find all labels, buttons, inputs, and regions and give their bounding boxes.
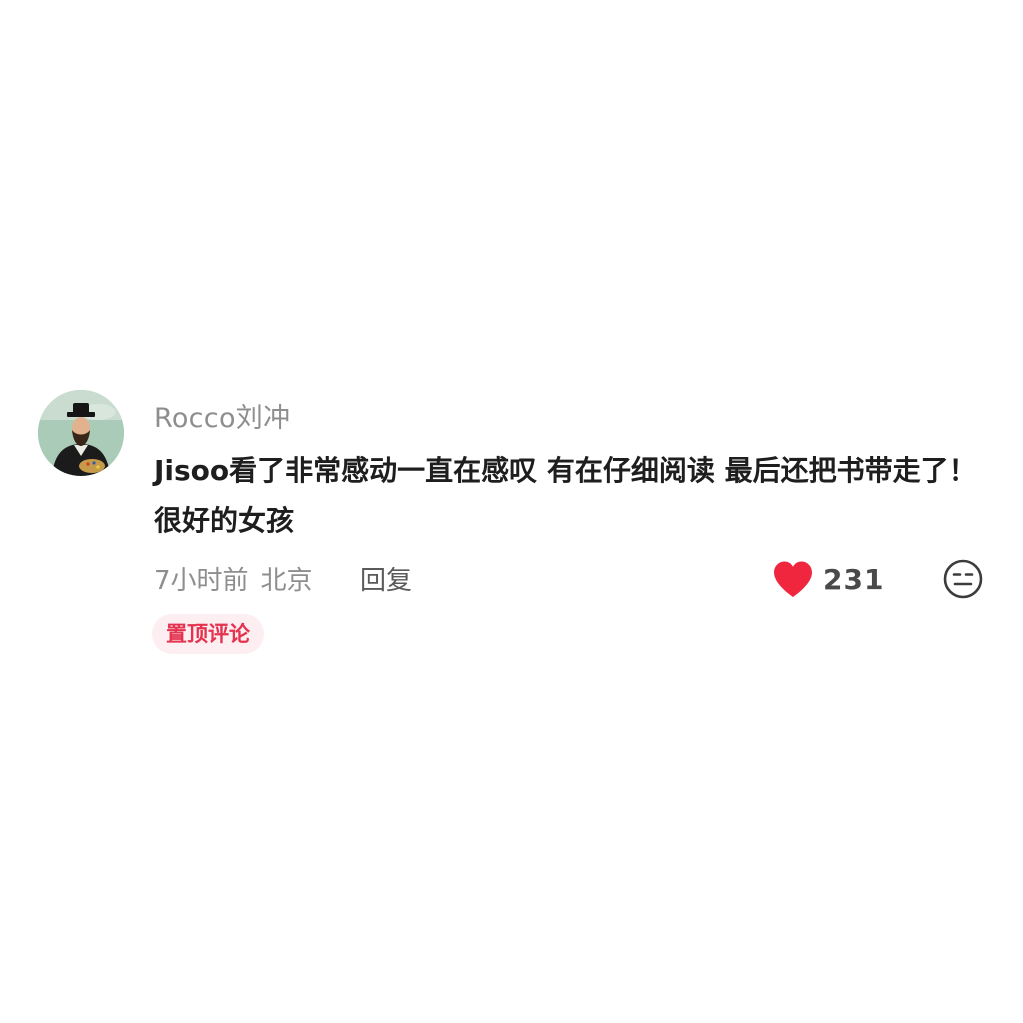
comment-time: 7小时前: [154, 566, 249, 596]
username[interactable]: Rocco刘冲: [154, 396, 290, 435]
comment-location: 北京: [260, 566, 313, 596]
comment-item: Rocco刘冲 Jisoo看了非常感动一直在感叹 有在仔细阅读 最后还把书带走了…: [38, 388, 988, 658]
heart-icon: [774, 561, 812, 597]
comment-meta: 7小时前 北京: [154, 560, 313, 597]
portrait-avatar-icon: [38, 390, 124, 476]
expressionless-face-icon: [943, 559, 983, 599]
like-button[interactable]: 231: [771, 559, 884, 599]
comment-text: Jisoo看了非常感动一直在感叹 有在仔细阅读 最后还把书带走了！很好的女孩: [154, 454, 977, 537]
like-count: 231: [823, 562, 885, 596]
user-avatar[interactable]: [38, 390, 124, 476]
reply-button[interactable]: 回复: [360, 560, 412, 597]
pinned-comment-badge: 置顶评论: [152, 614, 264, 654]
emoji-reaction-button[interactable]: [942, 558, 984, 600]
